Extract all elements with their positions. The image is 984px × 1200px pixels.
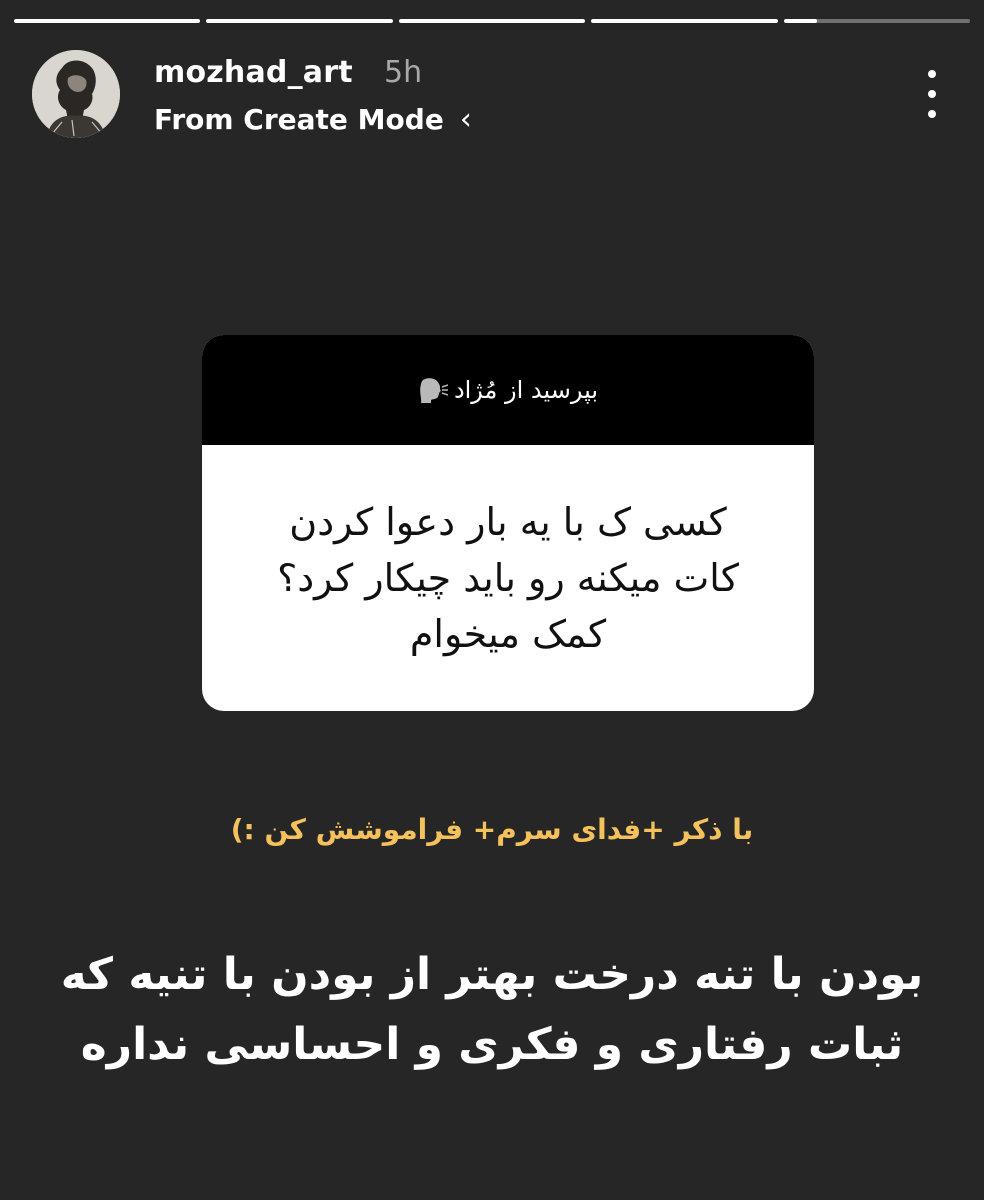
progress-segment-5 [783, 19, 971, 23]
more-dot [928, 90, 936, 98]
story-source-text: From Create Mode [154, 103, 444, 136]
progress-fill-1 [14, 19, 201, 23]
progress-segment-4 [591, 19, 778, 23]
question-line: کمک میخوام [409, 612, 607, 656]
more-dot [928, 70, 936, 78]
username[interactable]: mozhad_art [154, 55, 353, 90]
answer-caption: با ذکر +فدای سرم+ فراموشش کن :) [230, 813, 754, 846]
question-line: کات میکنه رو باید چیکار کرد؟ [277, 556, 739, 600]
question-text: کسی ک با یه بار دعوا کردن کات میکنه رو ب… [202, 445, 814, 711]
progress-segment-3 [398, 19, 586, 23]
profile-avatar-icon[interactable] [32, 50, 120, 138]
answer-line: ثبات رفتاری و فکری و احساسی نداره [80, 1019, 904, 1070]
question-sticker-header: بپرسید از مُژاد [202, 335, 814, 445]
story-header: mozhad_art 5h From Create Mode ‹ [32, 50, 952, 140]
avatar-illustration [32, 50, 120, 138]
progress-fill-3 [398, 19, 586, 23]
speaking-head-icon [418, 377, 448, 403]
progress-segment-1 [14, 19, 201, 23]
progress-segment-2 [206, 19, 393, 23]
chevron-left-icon: ‹ [459, 101, 472, 137]
more-dot [928, 110, 936, 118]
question-prompt: بپرسید از مُژاد [453, 376, 599, 404]
question-sticker: بپرسید از مُژاد کسی ک با یه بار دعوا کرد… [202, 335, 814, 711]
story-source-label[interactable]: From Create Mode ‹ [154, 103, 472, 136]
answer-main-text: بودن با تنه درخت بهتر از بودن با تنیه که… [40, 940, 944, 1080]
progress-fill-5 [783, 19, 818, 23]
vertical-ellipsis-icon[interactable] [926, 70, 938, 118]
story-progress-bar [14, 19, 971, 25]
post-time: 5h [384, 55, 423, 90]
progress-fill-4 [591, 19, 778, 23]
answer-line: بودن با تنه درخت بهتر از بودن با تنیه که [60, 949, 924, 1000]
question-line: کسی ک با یه بار دعوا کردن [289, 500, 727, 544]
progress-fill-2 [206, 19, 393, 23]
